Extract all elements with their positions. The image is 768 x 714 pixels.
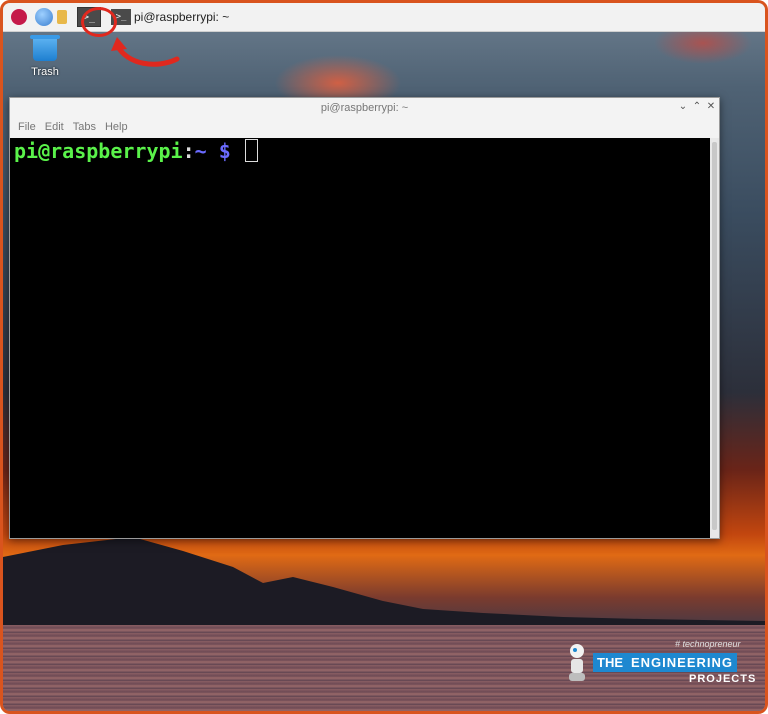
terminal-cursor bbox=[244, 139, 258, 162]
window-titlebar[interactable]: pi@raspberrypi: ~ ⌄ ⌃ ✕ bbox=[10, 98, 719, 118]
watermark-projects: PROJECTS bbox=[689, 673, 757, 685]
minimize-button[interactable]: ⌄ bbox=[676, 101, 690, 112]
prompt-user-host: pi@raspberrypi bbox=[14, 139, 183, 163]
window-title: pi@raspberrypi: ~ bbox=[320, 102, 409, 114]
trash-desktop-icon[interactable]: Trash bbox=[25, 35, 65, 78]
watermark-the: THE bbox=[593, 653, 627, 672]
menu-help[interactable]: Help bbox=[105, 121, 128, 133]
menu-file[interactable]: File bbox=[18, 121, 36, 133]
watermark-engineering: ENGINEERING bbox=[627, 653, 738, 672]
menu-tabs[interactable]: Tabs bbox=[73, 121, 96, 133]
screenshot-frame: >_ >_ pi@raspberrypi: ~ Trash pi@raspber… bbox=[0, 0, 768, 714]
taskbar: >_ >_ pi@raspberrypi: ~ bbox=[3, 3, 765, 32]
taskbar-terminal-task[interactable]: >_ pi@raspberrypi: ~ bbox=[111, 6, 229, 28]
trash-label: Trash bbox=[31, 66, 59, 78]
pointer-arrow-icon bbox=[111, 37, 180, 67]
mountain-silhouette bbox=[3, 537, 765, 627]
maximize-button[interactable]: ⌃ bbox=[690, 101, 704, 112]
menubar: File Edit Tabs Help bbox=[10, 118, 719, 136]
file-manager-icon[interactable] bbox=[57, 10, 67, 24]
terminal-scrollbar[interactable] bbox=[710, 138, 719, 538]
shell-prompt: pi@raspberrypi:~ $ bbox=[14, 139, 258, 163]
terminal-window[interactable]: pi@raspberrypi: ~ ⌄ ⌃ ✕ File Edit Tabs H… bbox=[9, 97, 720, 539]
scrollbar-thumb[interactable] bbox=[712, 142, 717, 530]
terminal-area[interactable]: pi@raspberrypi:~ $ bbox=[10, 138, 710, 538]
menu-edit[interactable]: Edit bbox=[45, 121, 64, 133]
trash-icon bbox=[30, 35, 60, 61]
web-browser-icon[interactable] bbox=[33, 6, 55, 28]
robot-mascot-icon bbox=[569, 644, 585, 681]
prompt-colon: : bbox=[182, 139, 195, 163]
prompt-path: ~ $ bbox=[194, 139, 243, 163]
task-label: pi@raspberrypi: ~ bbox=[134, 10, 230, 24]
watermark-logo: # technopreneur THE ENGINEERING PROJECTS bbox=[563, 639, 757, 689]
raspberry-menu-icon[interactable] bbox=[11, 9, 27, 25]
watermark-tag: # technopreneur bbox=[675, 639, 741, 649]
close-button[interactable]: ✕ bbox=[704, 101, 718, 112]
